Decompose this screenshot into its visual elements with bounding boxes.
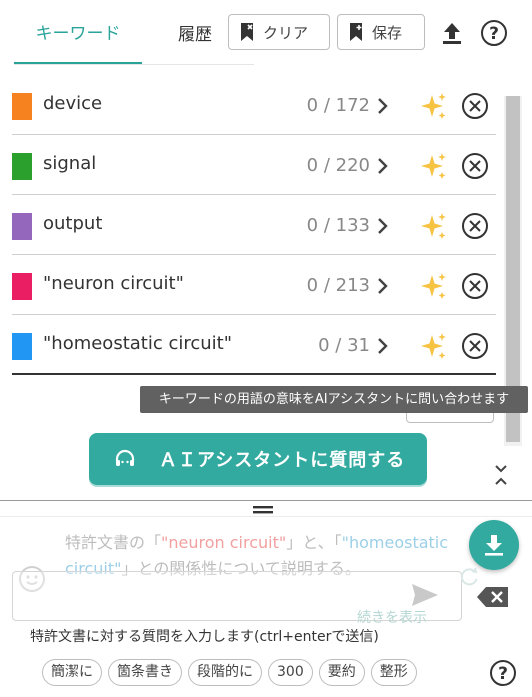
ai-sparkle-icon[interactable]	[418, 271, 448, 301]
help-icon[interactable]: ?	[479, 18, 509, 48]
show-more-link[interactable]: 続きを表示	[357, 607, 427, 627]
download-button[interactable]	[469, 520, 519, 570]
chevron-right-icon[interactable]	[376, 274, 390, 298]
ai-sparkle-icon[interactable]	[418, 151, 448, 181]
keyword-row[interactable]: device 0 / 172	[12, 75, 496, 135]
keyword-label[interactable]: output	[43, 212, 102, 236]
prompt-chip-bar: 簡潔に 箇条書き 段階的に 300 要約 整形	[42, 659, 417, 686]
keyword-hit-count: 0 / 31	[318, 335, 370, 356]
bookmark-clear-icon	[241, 23, 253, 41]
save-button-label: 保存	[372, 23, 403, 42]
chevron-right-icon[interactable]	[376, 334, 390, 358]
download-icon	[485, 535, 503, 556]
keyword-row[interactable]: "neuron circuit" 0 / 213	[12, 255, 496, 315]
chevron-right-icon[interactable]	[376, 94, 390, 118]
chip-concise[interactable]: 簡潔に	[42, 659, 102, 686]
chip-bullets[interactable]: 箇条書き	[108, 659, 182, 686]
keyword-label[interactable]: device	[43, 92, 102, 116]
chip-summary[interactable]: 要約	[318, 659, 365, 686]
chip-300[interactable]: 300	[268, 659, 313, 686]
ai-sparkle-icon[interactable]	[418, 211, 448, 241]
headset-icon	[115, 449, 135, 466]
chat-area-rule	[0, 516, 532, 517]
remove-keyword-icon[interactable]	[461, 92, 489, 120]
save-button[interactable]: 保存	[337, 14, 425, 50]
keyword-color-swatch[interactable]	[12, 273, 32, 300]
remove-keyword-icon[interactable]	[461, 332, 489, 360]
keyword-color-swatch[interactable]	[12, 93, 32, 120]
chip-step-by-step[interactable]: 段階的に	[188, 659, 262, 686]
chevron-right-icon[interactable]	[376, 214, 390, 238]
tab-keywords[interactable]: キーワード	[14, 14, 142, 64]
clear-input-icon[interactable]	[476, 585, 510, 609]
tab-history[interactable]: 履歴	[178, 24, 212, 46]
chip-format[interactable]: 整形	[370, 659, 417, 686]
upload-icon[interactable]	[437, 18, 467, 48]
input-hint: 特許文書に対する質問を入力します(ctrl+enterで送信)	[30, 629, 379, 645]
tab-underline-rule	[14, 64, 254, 65]
ai-assistant-tooltip: キーワードの用語の意味をAIアシスタントに問い合わせます	[140, 386, 528, 413]
keyword-label[interactable]: "neuron circuit"	[43, 272, 184, 296]
bookmark-add-icon	[350, 23, 362, 41]
remove-keyword-icon[interactable]	[461, 272, 489, 300]
send-icon[interactable]	[410, 582, 440, 608]
keyword-color-swatch[interactable]	[12, 213, 32, 240]
svg-text:?: ?	[498, 664, 508, 684]
remove-keyword-icon[interactable]	[461, 212, 489, 240]
question-keyword-1: "neuron circuit"	[161, 533, 287, 552]
svg-text:?: ?	[489, 24, 499, 44]
question-part: 特許文書の「	[65, 533, 162, 552]
clear-button[interactable]: クリア	[228, 14, 330, 50]
keyword-hit-count: 0 / 220	[306, 155, 370, 176]
help-icon[interactable]: ?	[489, 659, 517, 687]
keyword-color-swatch[interactable]	[12, 333, 32, 360]
keyword-row[interactable]: "homeostatic circuit" 0 / 31	[12, 315, 496, 375]
chevron-right-icon[interactable]	[376, 154, 390, 178]
pane-divider	[0, 500, 532, 501]
keyword-hit-count: 0 / 213	[306, 275, 370, 296]
keyword-row[interactable]: signal 0 / 220	[12, 135, 496, 195]
clear-button-label: クリア	[263, 23, 309, 42]
ask-ai-assistant-label: ＡＩアシスタントに質問する	[159, 450, 406, 471]
keyword-label[interactable]: signal	[43, 152, 96, 176]
remove-keyword-icon[interactable]	[461, 152, 489, 180]
keyword-hit-count: 0 / 133	[306, 215, 370, 236]
ai-sparkle-icon[interactable]	[418, 91, 448, 121]
ai-sparkle-icon[interactable]	[418, 331, 448, 361]
resize-handle-icon[interactable]	[253, 506, 273, 514]
ask-ai-assistant-button[interactable]: ＡＩアシスタントに質問する	[89, 433, 427, 485]
keyword-hit-count: 0 / 172	[306, 95, 370, 116]
keyword-row[interactable]: output 0 / 133	[12, 195, 496, 255]
collapse-expand-icon[interactable]	[493, 462, 509, 488]
keyword-color-swatch[interactable]	[12, 153, 32, 180]
keyword-label[interactable]: "homeostatic circuit"	[43, 332, 232, 356]
keyword-list: device 0 / 172 signal 0 / 220 output 0 /…	[12, 75, 496, 375]
question-part: 」と、「	[286, 533, 342, 552]
